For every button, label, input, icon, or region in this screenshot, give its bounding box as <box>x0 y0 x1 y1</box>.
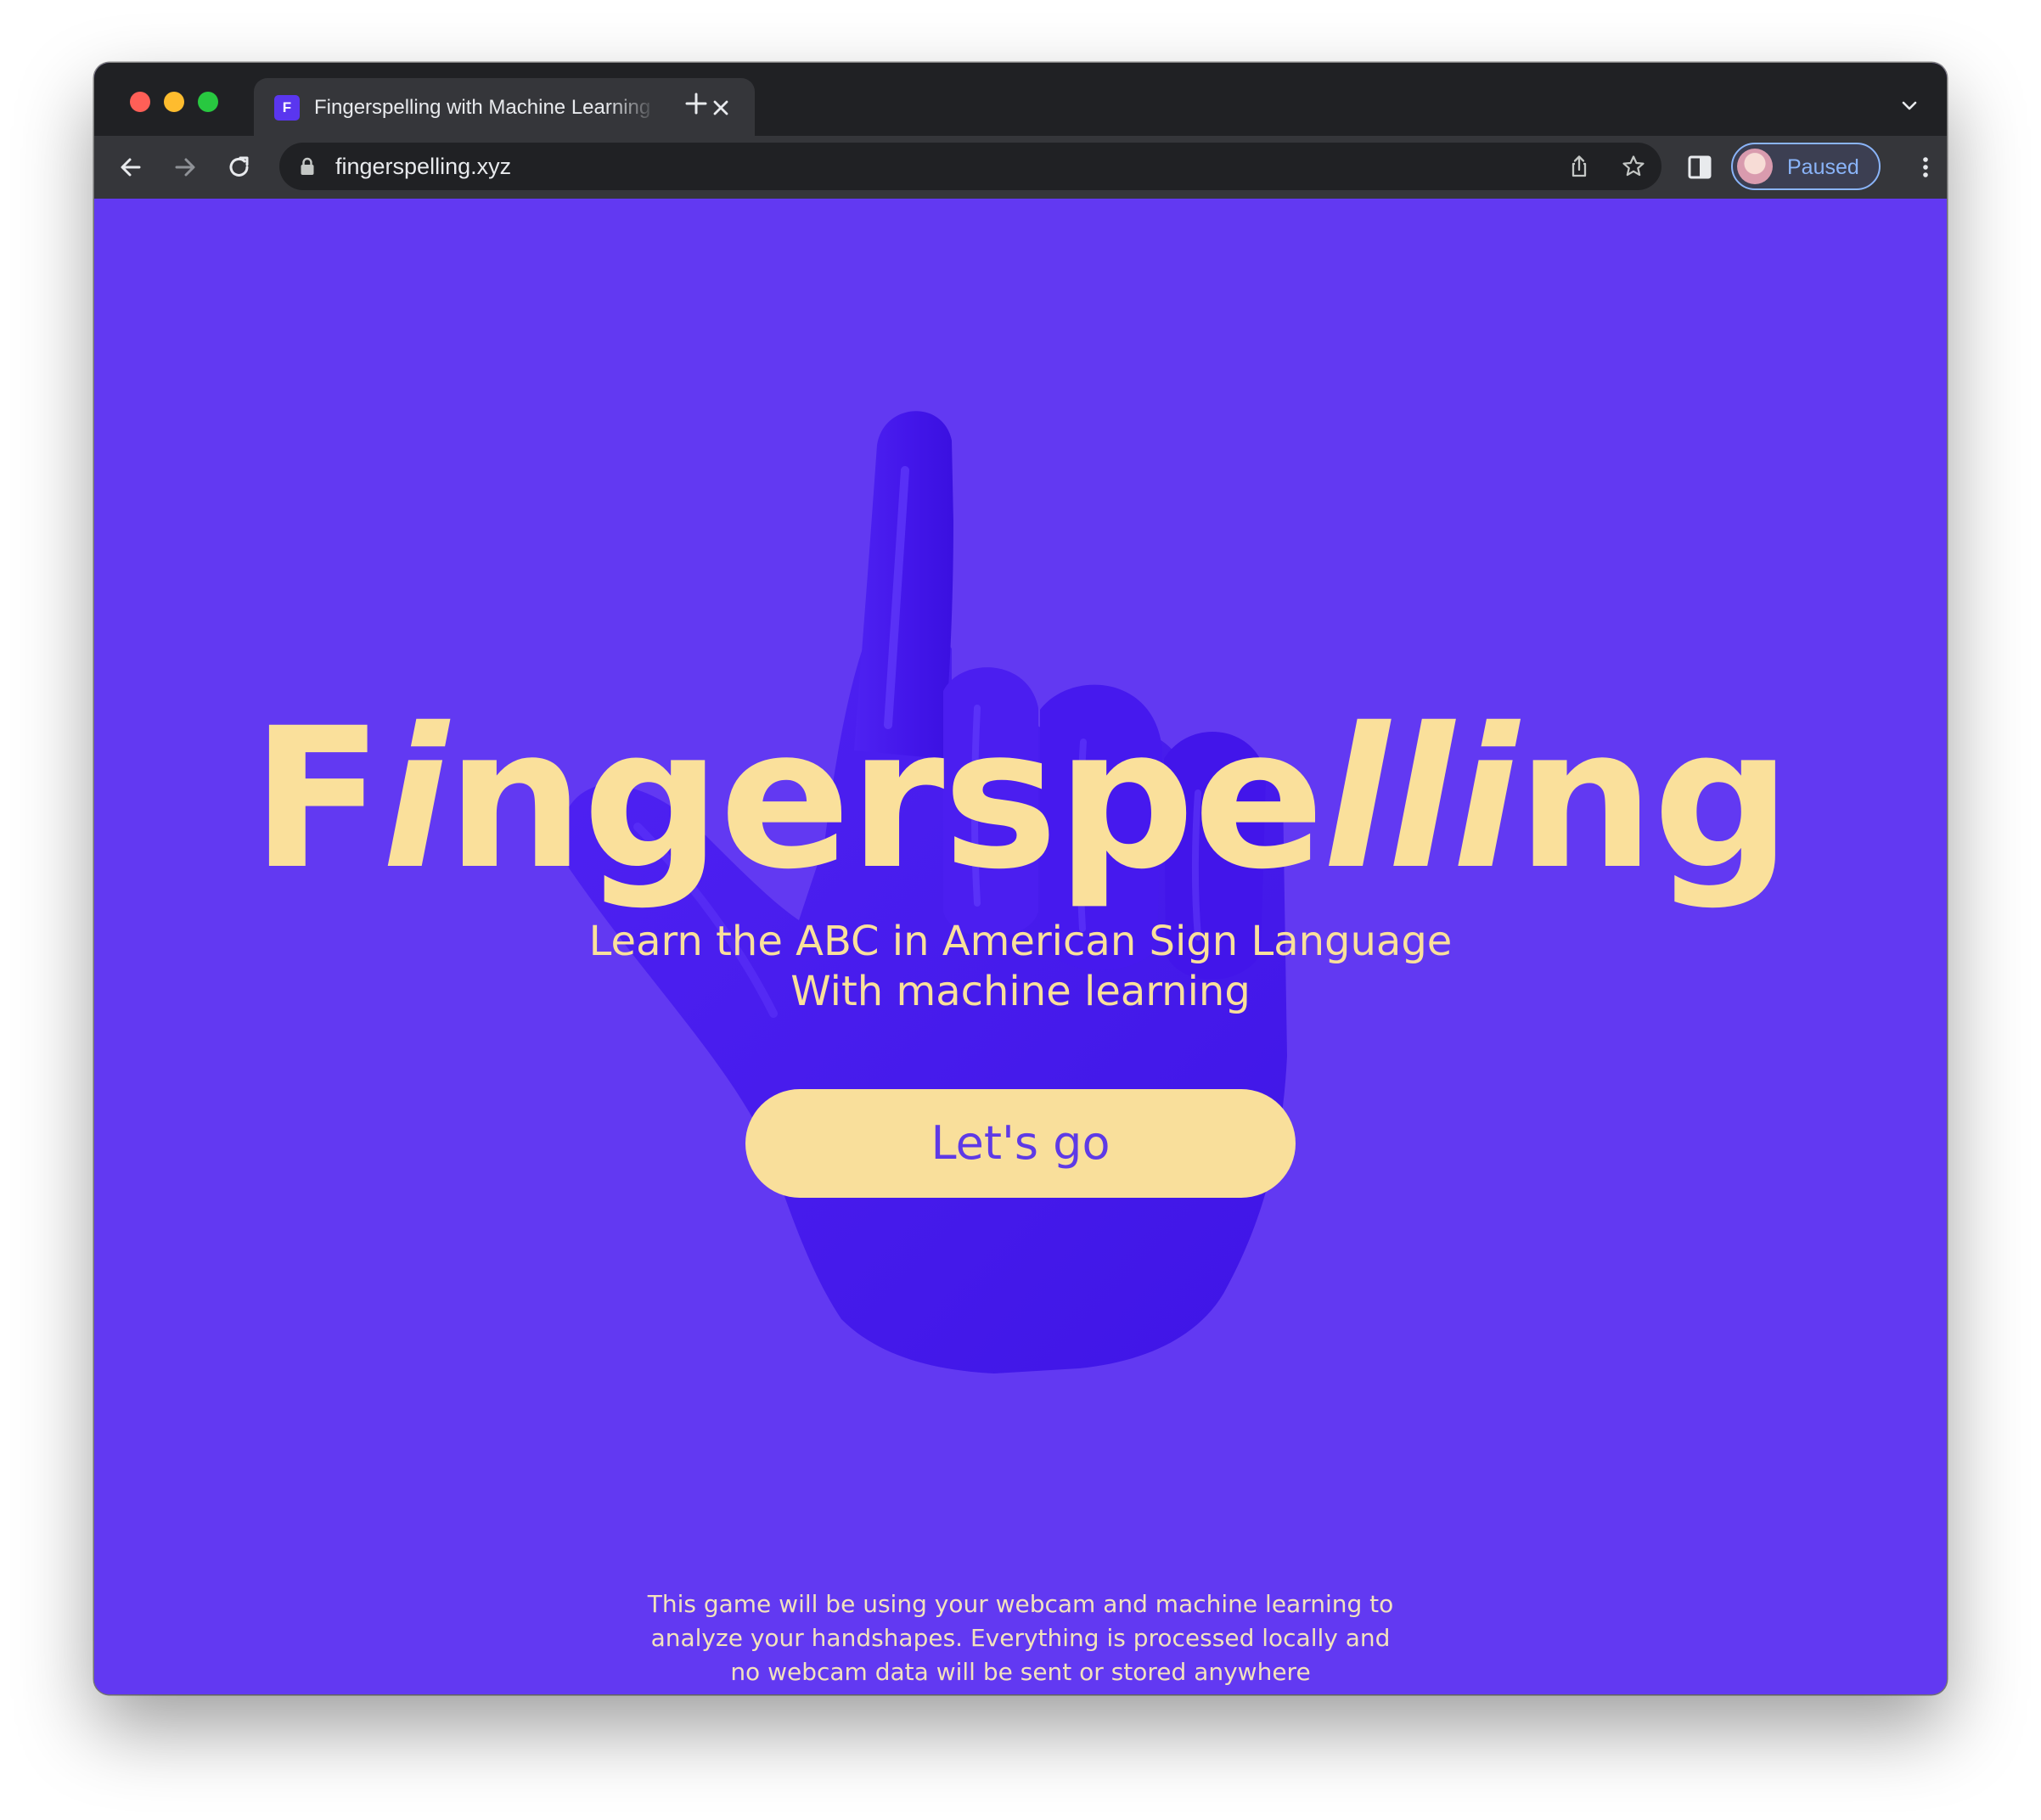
back-arrow-icon[interactable] <box>116 153 145 182</box>
maximize-window-button[interactable] <box>198 92 218 112</box>
profile-button[interactable]: Paused <box>1731 143 1881 190</box>
browser-toolbar: fingerspelling.xyz Paused <box>94 136 1947 199</box>
favicon-icon: F <box>274 95 300 121</box>
forward-arrow-icon[interactable] <box>171 153 200 182</box>
title-part-1: F <box>250 686 384 912</box>
kebab-menu-icon[interactable] <box>1911 153 1940 182</box>
browser-window: F Fingerspelling with Machine Learning f… <box>94 63 1947 1694</box>
chevron-down-icon[interactable] <box>1899 95 1920 115</box>
subtitle: Learn the ABC in American Sign Language … <box>94 917 1947 1017</box>
title-part-5: ng <box>1516 686 1792 912</box>
disclaimer-line-1: This game will be using your webcam and … <box>647 1590 1394 1618</box>
close-icon[interactable] <box>708 95 734 121</box>
tab-strip: F Fingerspelling with Machine Learning <box>94 63 1947 136</box>
subtitle-line-1: Learn the ABC in American Sign Language <box>588 918 1453 965</box>
disclaimer-line-3: no webcam data will be sent or stored an… <box>730 1658 1311 1686</box>
page-title: Fingerspelling <box>94 693 1947 905</box>
avatar <box>1737 149 1773 184</box>
lock-icon[interactable] <box>300 157 315 176</box>
side-panel-icon[interactable] <box>1685 153 1714 182</box>
url-text: fingerspelling.xyz <box>335 154 512 179</box>
close-window-button[interactable] <box>130 92 150 112</box>
webcam-disclaimer: This game will be using your webcam and … <box>94 1587 1947 1689</box>
tab-title: Fingerspelling with Machine Learning <box>314 96 651 119</box>
plus-icon[interactable] <box>683 91 709 116</box>
star-icon[interactable] <box>1621 154 1646 179</box>
lets-go-button[interactable]: Let's go <box>745 1089 1296 1198</box>
share-icon[interactable] <box>1566 154 1592 179</box>
profile-status: Paused <box>1787 155 1859 179</box>
minimize-window-button[interactable] <box>164 92 184 112</box>
landing-page: Fingerspelling Learn the ABC in American… <box>94 199 1947 1694</box>
title-part-3: ngerspe <box>446 686 1324 912</box>
active-tab[interactable]: F Fingerspelling with Machine Learning <box>254 78 755 136</box>
title-part-4: lli <box>1323 686 1518 912</box>
title-part-2: i <box>381 686 448 912</box>
reload-icon[interactable] <box>225 153 254 182</box>
address-bar[interactable]: fingerspelling.xyz <box>279 143 1661 190</box>
subtitle-line-2: With machine learning <box>790 968 1251 1015</box>
disclaimer-line-2: analyze your handshapes. Everything is p… <box>650 1624 1391 1652</box>
